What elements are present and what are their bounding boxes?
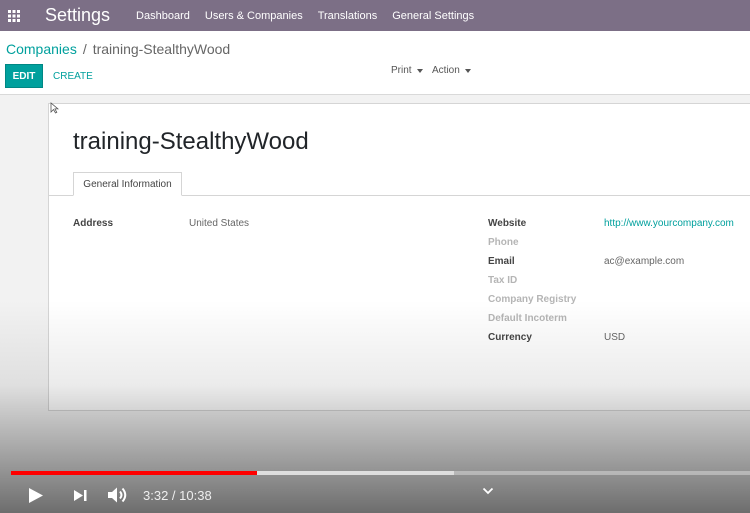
menu-users-companies[interactable]: Users & Companies <box>205 10 303 22</box>
company-registry-label: Company Registry <box>488 294 577 305</box>
website-label: Website <box>488 218 527 229</box>
next-icon[interactable] <box>73 489 88 502</box>
video-played-bar <box>11 471 257 475</box>
email-label: Email <box>488 256 515 267</box>
breadcrumb-separator: / <box>82 41 87 57</box>
action-dropdown[interactable]: Action <box>432 65 471 76</box>
caret-down-icon <box>416 68 423 73</box>
currency-label: Currency <box>488 332 532 343</box>
address-value: United States <box>189 218 250 229</box>
edit-button[interactable]: EDIT <box>5 64 43 88</box>
play-icon[interactable] <box>28 487 44 504</box>
tax-id-label: Tax ID <box>488 275 518 286</box>
caret-down-icon <box>464 68 471 73</box>
menu-translations[interactable]: Translations <box>318 10 378 22</box>
tab-general-information[interactable]: General Information <box>73 172 182 196</box>
control-panel: Companies / training-StealthyWood EDIT C… <box>0 31 750 95</box>
phone-label: Phone <box>488 237 519 248</box>
breadcrumb: Companies / training-StealthyWood <box>6 41 230 57</box>
default-incoterm-label: Default Incoterm <box>488 313 567 324</box>
video-time-display: 3:32 / 10:38 <box>143 488 212 503</box>
menu-dashboard[interactable]: Dashboard <box>136 10 190 22</box>
address-label: Address <box>73 218 114 229</box>
print-dropdown[interactable]: Print <box>391 65 423 76</box>
top-navbar: Settings Dashboard Users & Companies Tra… <box>0 0 750 31</box>
print-label: Print <box>391 65 412 76</box>
apps-grid-icon[interactable] <box>0 0 28 31</box>
record-title: training-StealthyWood <box>73 128 309 155</box>
website-link[interactable]: http://www.yourcompany.com <box>604 218 734 229</box>
breadcrumb-current: training-StealthyWood <box>92 41 231 57</box>
app-title[interactable]: Settings <box>45 5 110 26</box>
mouse-cursor-icon <box>50 102 59 114</box>
breadcrumb-companies-link[interactable]: Companies <box>6 41 77 57</box>
create-button[interactable]: CREATE <box>53 64 93 88</box>
action-label: Action <box>432 65 460 76</box>
email-value: ac@example.com <box>604 256 685 267</box>
currency-value: USD <box>604 332 626 343</box>
volume-icon[interactable] <box>107 486 130 504</box>
chevron-down-icon[interactable] <box>482 487 494 495</box>
video-progress-bar[interactable] <box>11 471 750 475</box>
menu-general-settings[interactable]: General Settings <box>392 10 474 22</box>
